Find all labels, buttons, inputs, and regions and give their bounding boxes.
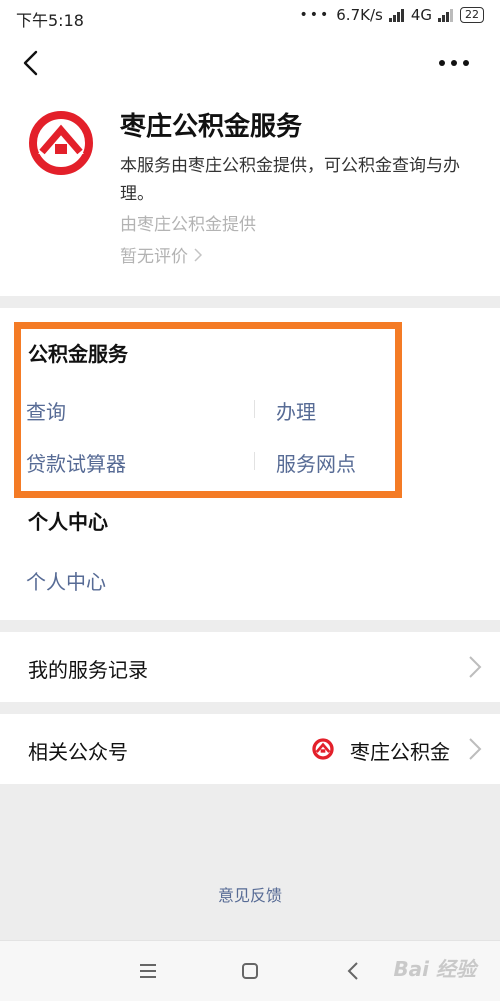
system-nav-bar: Bai 经验: [0, 940, 500, 1001]
rating-link[interactable]: 暂无评价: [120, 242, 202, 267]
link-personal-center[interactable]: 个人中心: [26, 566, 106, 595]
status-bar: 下午5:18 ••• 6.7K/s 4G 22: [0, 0, 500, 34]
service-records-label: 我的服务记录: [28, 658, 148, 682]
network-type: 4G: [410, 6, 432, 24]
more-options-icon[interactable]: [436, 48, 472, 78]
service-description: 本服务由枣庄公积金提供，可公积金查询与办理。: [120, 156, 460, 204]
home-icon[interactable]: [238, 959, 262, 983]
battery-icon: 22: [460, 7, 484, 23]
chevron-right-icon: [469, 738, 482, 760]
zaozhuang-fund-logo: [29, 111, 93, 175]
service-provider: 由枣庄公积金提供: [120, 215, 256, 235]
feedback-link[interactable]: 意见反馈: [0, 882, 500, 906]
signal-icon-secondary: [438, 8, 454, 22]
highlight-box: [14, 322, 402, 498]
related-account-label: 相关公众号: [28, 740, 128, 764]
rating-text: 暂无评价: [120, 247, 188, 267]
section-title-personal: 个人中心: [28, 510, 108, 534]
back-arrow-icon[interactable]: [18, 48, 48, 78]
service-records-row[interactable]: 我的服务记录: [0, 632, 500, 702]
back-nav-icon[interactable]: [342, 959, 366, 983]
menu-icon[interactable]: [136, 959, 160, 983]
related-account-name: 枣庄公积金: [350, 740, 450, 764]
notification-dots-icon: •••: [299, 7, 331, 23]
chevron-right-icon: [194, 247, 202, 262]
service-profile-card: 枣庄公积金服务 本服务由枣庄公积金提供，可公积金查询与办理。 由枣庄公积金提供 …: [0, 94, 500, 296]
signal-icon: [388, 8, 405, 22]
account-logo-icon: [312, 738, 334, 760]
related-account-row[interactable]: 相关公众号 枣庄公积金: [0, 714, 500, 784]
status-indicators: ••• 6.7K/s 4G 22: [299, 6, 484, 24]
chevron-right-icon: [469, 656, 482, 678]
service-title: 枣庄公积金服务: [120, 112, 303, 142]
status-time: 下午5:18: [16, 11, 84, 30]
top-nav-bar: [0, 34, 500, 94]
watermark: Bai 经验: [393, 957, 476, 981]
network-speed: 6.7K/s: [336, 6, 383, 24]
